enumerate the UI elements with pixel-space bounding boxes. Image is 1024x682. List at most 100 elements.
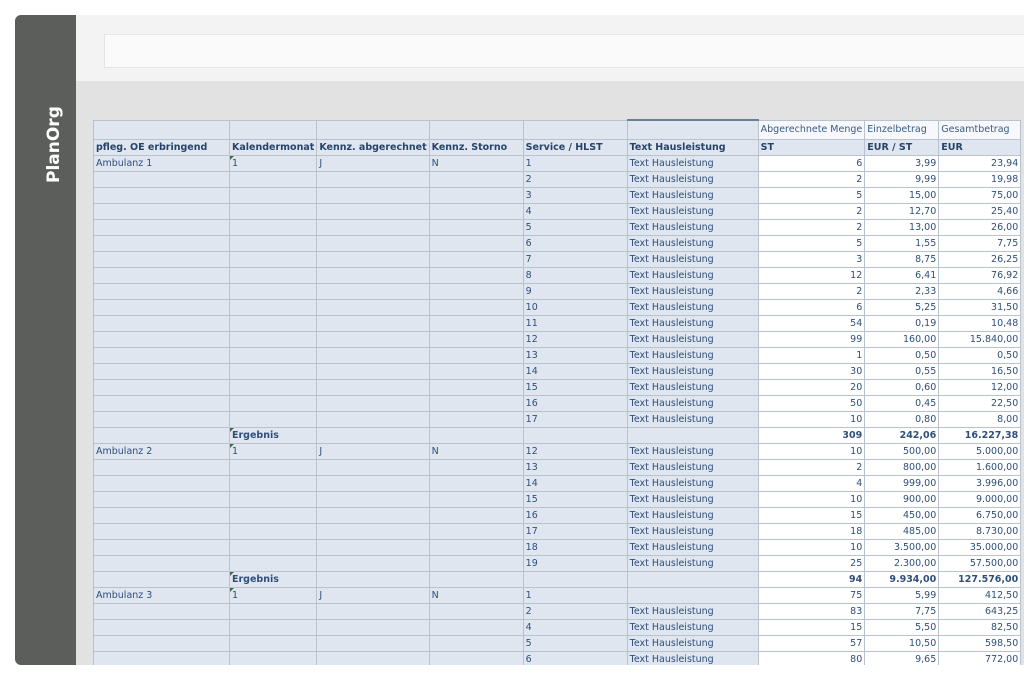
column-header-kalendermonat[interactable]: Kalendermonat [228,139,318,156]
service-cell[interactable]: 6 [522,651,628,665]
column-header-service[interactable]: Service / HLST [522,139,628,156]
service-cell[interactable]: 10 [522,299,628,316]
planorg-logo[interactable]: PlanOrg [37,106,67,187]
column-header-abgerechnet[interactable]: Kennz. abgerechnet [316,139,430,156]
text-cell[interactable]: Text Hausleistung [626,459,759,476]
service-cell[interactable]: 16 [522,507,628,524]
text-cell[interactable]: Text Hausleistung [626,635,759,652]
service-cell[interactable]: 5 [522,635,628,652]
month-cell[interactable]: 1 [228,587,318,604]
service-cell[interactable]: 9 [522,283,628,300]
text-cell[interactable]: Text Hausleistung [626,395,759,412]
oe-cell[interactable]: Ambulanz 1 [93,155,230,172]
service-cell[interactable]: 12 [522,443,628,460]
empty-cell [93,507,230,524]
measure-header-einzelbetrag[interactable]: Einzelbetrag [864,119,940,140]
text-cell[interactable]: Text Hausleistung [626,283,759,300]
service-cell[interactable]: 17 [522,411,628,428]
service-cell[interactable]: 2 [522,603,628,620]
header-blank-cell [316,119,430,140]
text-cell[interactable]: Text Hausleistung [626,187,759,204]
empty-cell [93,171,230,188]
month-cell[interactable]: 1 [228,443,318,460]
column-header-text[interactable]: Text Hausleistung [626,139,759,156]
abgerechnet-cell[interactable]: J [316,587,430,604]
text-cell[interactable]: Text Hausleistung [626,331,759,348]
text-cell[interactable]: Text Hausleistung [626,603,759,620]
text-cell[interactable]: Text Hausleistung [626,347,759,364]
storno-cell[interactable]: N [428,155,524,172]
abgerechnet-cell[interactable]: J [316,155,430,172]
text-cell[interactable]: Text Hausleistung [626,267,759,284]
service-cell[interactable]: 13 [522,347,628,364]
oe-cell[interactable]: Ambulanz 2 [93,443,230,460]
service-cell[interactable]: 2 [522,171,628,188]
empty-cell [316,539,430,556]
service-cell[interactable]: 17 [522,523,628,540]
service-cell[interactable]: 15 [522,379,628,396]
service-cell[interactable]: 6 [522,235,628,252]
empty-cell [428,283,524,300]
result-label[interactable]: Ergebnis [228,427,318,444]
service-cell[interactable]: 18 [522,539,628,556]
service-cell[interactable]: 1 [522,587,628,604]
storno-cell[interactable]: N [428,443,524,460]
empty-cell [228,395,318,412]
gesamtbetrag-cell: 35.000,00 [938,539,1022,556]
abgerechnet-cell[interactable]: J [316,443,430,460]
service-cell[interactable]: 14 [522,363,628,380]
total-einzelbetrag-cell: 9.934,00 [864,571,940,588]
text-cell[interactable]: Text Hausleistung [626,539,759,556]
service-cell[interactable]: 16 [522,395,628,412]
text-cell[interactable]: Text Hausleistung [626,411,759,428]
text-cell[interactable]: Text Hausleistung [626,363,759,380]
text-cell[interactable]: Text Hausleistung [626,171,759,188]
oe-cell[interactable]: Ambulanz 3 [93,587,230,604]
measure-header-gesamtbetrag[interactable]: Gesamtbetrag [938,119,1022,140]
text-cell[interactable]: Text Hausleistung [626,315,759,332]
service-cell[interactable]: 8 [522,267,628,284]
text-cell[interactable]: Text Hausleistung [626,235,759,252]
text-cell[interactable]: Text Hausleistung [626,251,759,268]
service-cell[interactable]: 12 [522,331,628,348]
text-cell[interactable]: Text Hausleistung [626,523,759,540]
service-cell[interactable]: 3 [522,187,628,204]
text-cell[interactable] [626,587,759,604]
text-cell[interactable]: Text Hausleistung [626,155,759,172]
empty-cell [93,603,230,620]
gesamtbetrag-cell: 12,00 [938,379,1022,396]
service-cell[interactable]: 7 [522,251,628,268]
text-cell[interactable]: Text Hausleistung [626,651,759,665]
text-cell[interactable]: Text Hausleistung [626,299,759,316]
service-cell[interactable]: 5 [522,219,628,236]
result-label[interactable]: Ergebnis [228,571,318,588]
service-cell[interactable]: 14 [522,475,628,492]
measure-header-menge[interactable]: Abgerechnete Menge [757,119,866,140]
service-cell[interactable]: 4 [522,619,628,636]
column-header-oe[interactable]: pfleg. OE erbringend [93,139,230,156]
service-cell[interactable]: 11 [522,315,628,332]
service-cell[interactable]: 1 [522,155,628,172]
gesamtbetrag-cell: 7,75 [938,235,1022,252]
text-cell[interactable]: Text Hausleistung [626,491,759,508]
empty-cell [316,523,430,540]
text-cell[interactable]: Text Hausleistung [626,443,759,460]
empty-cell [316,571,430,588]
service-cell[interactable]: 19 [522,555,628,572]
service-cell[interactable]: 15 [522,491,628,508]
storno-cell[interactable]: N [428,587,524,604]
text-cell[interactable]: Text Hausleistung [626,379,759,396]
text-cell[interactable]: Text Hausleistung [626,475,759,492]
text-cell[interactable]: Text Hausleistung [626,619,759,636]
service-cell[interactable]: 4 [522,203,628,220]
text-cell[interactable]: Text Hausleistung [626,219,759,236]
text-cell[interactable]: Text Hausleistung [626,555,759,572]
einzelbetrag-cell: 3,99 [864,155,940,172]
text-cell[interactable]: Text Hausleistung [626,203,759,220]
top-input-box[interactable] [104,34,1024,68]
text-cell[interactable]: Text Hausleistung [626,507,759,524]
service-cell[interactable]: 13 [522,459,628,476]
empty-cell [316,619,430,636]
month-cell[interactable]: 1 [228,155,318,172]
column-header-storno[interactable]: Kennz. Storno [428,139,524,156]
